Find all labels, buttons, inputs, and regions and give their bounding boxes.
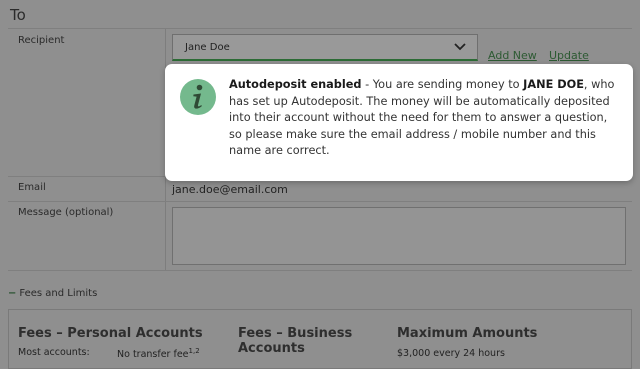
fees-panel: Fees – Personal Accounts Most accounts: … [8,309,632,369]
divider-top [8,28,632,29]
autodeposit-heading: Autodeposit enabled [229,78,362,91]
message-part-1: - You are sending money to [361,78,524,91]
email-label: Email [18,182,46,193]
transfer-form-page: To Recipient Jane Doe Add New Update Ema… [0,0,640,369]
maximum-amounts-title: Maximum Amounts [397,326,538,341]
business-fees-title: Fees – Business Accounts [238,326,352,356]
personal-row-label: Most accounts: [18,347,90,358]
autodeposit-message: Autodeposit enabled - You are sending mo… [229,77,621,160]
footnote-ref: 1,2 [188,347,200,355]
recipient-select[interactable]: Jane Doe [172,34,478,61]
email-value: jane.doe@email.com [172,183,288,196]
personal-fees-title: Fees – Personal Accounts [18,326,203,341]
add-new-link[interactable]: Add New [488,49,537,62]
fees-and-limits-toggle[interactable]: − Fees and Limits [8,288,97,299]
business-title-line2: Accounts [238,341,305,356]
divider-message [8,201,632,202]
autodeposit-info-dialog: Autodeposit enabled - You are sending mo… [165,64,633,181]
fees-toggle-label: Fees and Limits [19,288,98,299]
maximum-amounts-value: $3,000 every 24 hours [397,348,505,359]
label-column [8,28,166,270]
message-textarea[interactable] [172,207,626,265]
collapse-icon: − [8,288,17,299]
section-title: To [10,6,26,24]
recipient-label: Recipient [18,35,65,46]
divider-bottom [8,270,632,271]
message-label: Message (optional) [18,207,114,218]
recipient-name: JANE DOE [523,78,584,91]
update-link[interactable]: Update [549,49,589,62]
recipient-select-value: Jane Doe [185,42,230,53]
business-title-line1: Fees – Business [238,326,353,341]
chevron-down-icon [454,43,466,51]
personal-row-value: No transfer fee1,2 [117,347,200,360]
info-icon [180,79,216,115]
